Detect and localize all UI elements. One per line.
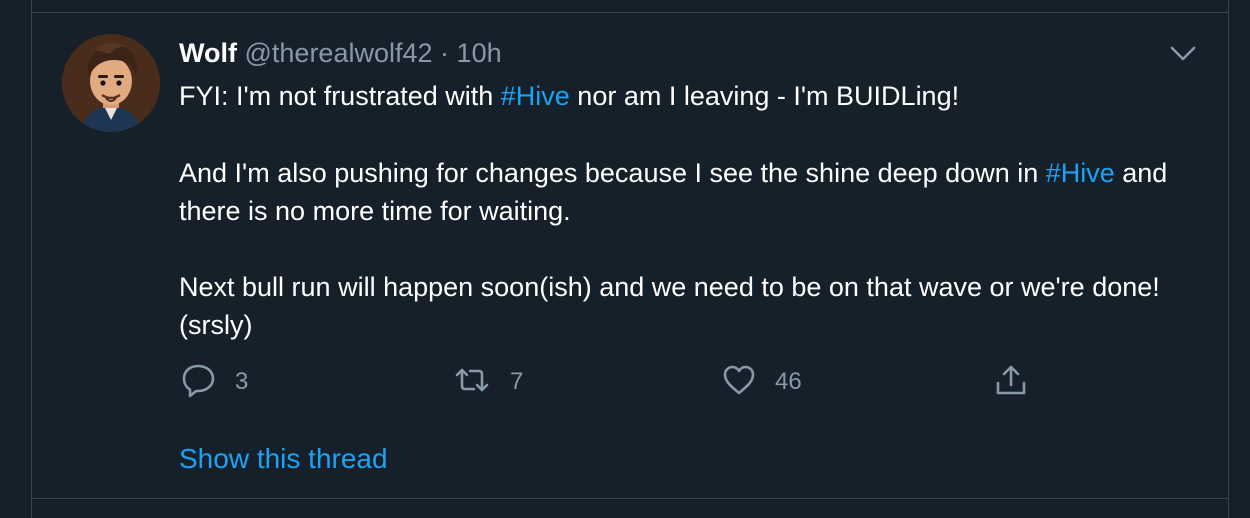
share-button[interactable]	[993, 362, 1029, 402]
reply-icon	[181, 362, 217, 403]
retweet-button[interactable]: 7	[452, 362, 523, 402]
tweet-text-segment: nor am I leaving - I'm BUIDLing!	[569, 81, 960, 111]
tweet-header: Wolf @therealwolf42 · 10h	[179, 36, 502, 70]
retweet-icon	[452, 362, 492, 403]
tweet-border-left	[31, 0, 32, 518]
author-handle[interactable]: @therealwolf42	[245, 38, 433, 68]
tweet-text-segment: And I'm also pushing for changes because…	[179, 158, 1046, 188]
tweet-timestamp[interactable]: 10h	[457, 38, 502, 68]
share-icon	[993, 362, 1029, 403]
avatar[interactable]	[62, 34, 160, 132]
chevron-down-icon[interactable]	[1168, 40, 1198, 66]
reply-count: 3	[235, 368, 249, 395]
like-button[interactable]: 46	[721, 362, 802, 402]
show-thread-link[interactable]: Show this thread	[179, 441, 388, 477]
tweet-text-paragraph-1: FYI: I'm not frustrated with #Hive nor a…	[179, 78, 1189, 114]
reply-button[interactable]: 3	[181, 362, 248, 402]
hashtag-link[interactable]: #Hive	[1046, 158, 1115, 188]
heart-icon	[721, 362, 757, 403]
tweet-border-top	[31, 12, 1229, 13]
header-separator: ·	[440, 38, 450, 68]
tweet-text-paragraph-2: And I'm also pushing for changes because…	[179, 154, 1189, 230]
tweet-text-paragraph-3: Next bull run will happen soon(ish) and …	[179, 272, 1160, 340]
author-name[interactable]: Wolf	[179, 38, 237, 68]
tweet-text-segment: FYI: I'm not frustrated with	[179, 81, 501, 111]
like-count: 46	[775, 368, 802, 395]
tweet-border-bottom	[31, 498, 1229, 499]
hashtag-link[interactable]: #Hive	[501, 81, 570, 111]
tweet-border-right	[1228, 0, 1229, 518]
retweet-count: 7	[510, 368, 524, 395]
